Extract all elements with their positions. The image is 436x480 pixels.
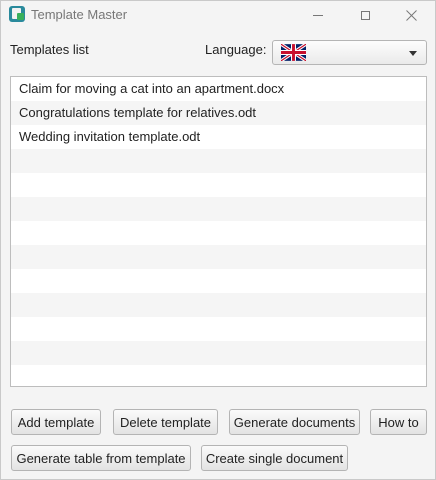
create-single-document-button[interactable]: Create single document <box>201 445 348 471</box>
list-item[interactable] <box>11 317 426 341</box>
chevron-down-icon <box>409 51 417 56</box>
delete-template-button[interactable]: Delete template <box>113 409 218 435</box>
list-item[interactable] <box>11 293 426 317</box>
app-window: Template Master Templates list Language:… <box>0 0 436 480</box>
list-item[interactable] <box>11 245 426 269</box>
close-button[interactable] <box>388 1 434 29</box>
list-item[interactable] <box>11 197 426 221</box>
window-title: Template Master <box>31 7 128 22</box>
maximize-button[interactable] <box>342 1 388 29</box>
generate-documents-button[interactable]: Generate documents <box>229 409 360 435</box>
list-item[interactable]: Claim for moving a cat into an apartment… <box>11 77 426 101</box>
list-item[interactable] <box>11 365 426 386</box>
close-icon <box>405 9 417 21</box>
generate-table-button[interactable]: Generate table from template <box>11 445 191 471</box>
united-kingdom-flag-icon <box>281 44 306 61</box>
list-item[interactable] <box>11 341 426 365</box>
list-item[interactable] <box>11 173 426 197</box>
list-item[interactable]: Wedding invitation template.odt <box>11 125 426 149</box>
list-item[interactable] <box>11 221 426 245</box>
language-label: Language: <box>205 42 267 57</box>
maximize-icon <box>360 10 370 20</box>
minimize-icon <box>313 14 323 16</box>
how-to-button[interactable]: How to <box>370 409 427 435</box>
add-template-button[interactable]: Add template <box>11 409 101 435</box>
templates-list-label: Templates list <box>10 42 89 57</box>
list-item[interactable] <box>11 269 426 293</box>
minimize-button[interactable] <box>295 1 341 29</box>
language-select[interactable] <box>272 40 427 65</box>
templates-list[interactable]: Claim for moving a cat into an apartment… <box>10 76 427 387</box>
app-icon <box>9 6 25 22</box>
title-bar[interactable]: Template Master <box>1 1 435 29</box>
list-item[interactable]: Congratulations template for relatives.o… <box>11 101 426 125</box>
list-item[interactable] <box>11 149 426 173</box>
